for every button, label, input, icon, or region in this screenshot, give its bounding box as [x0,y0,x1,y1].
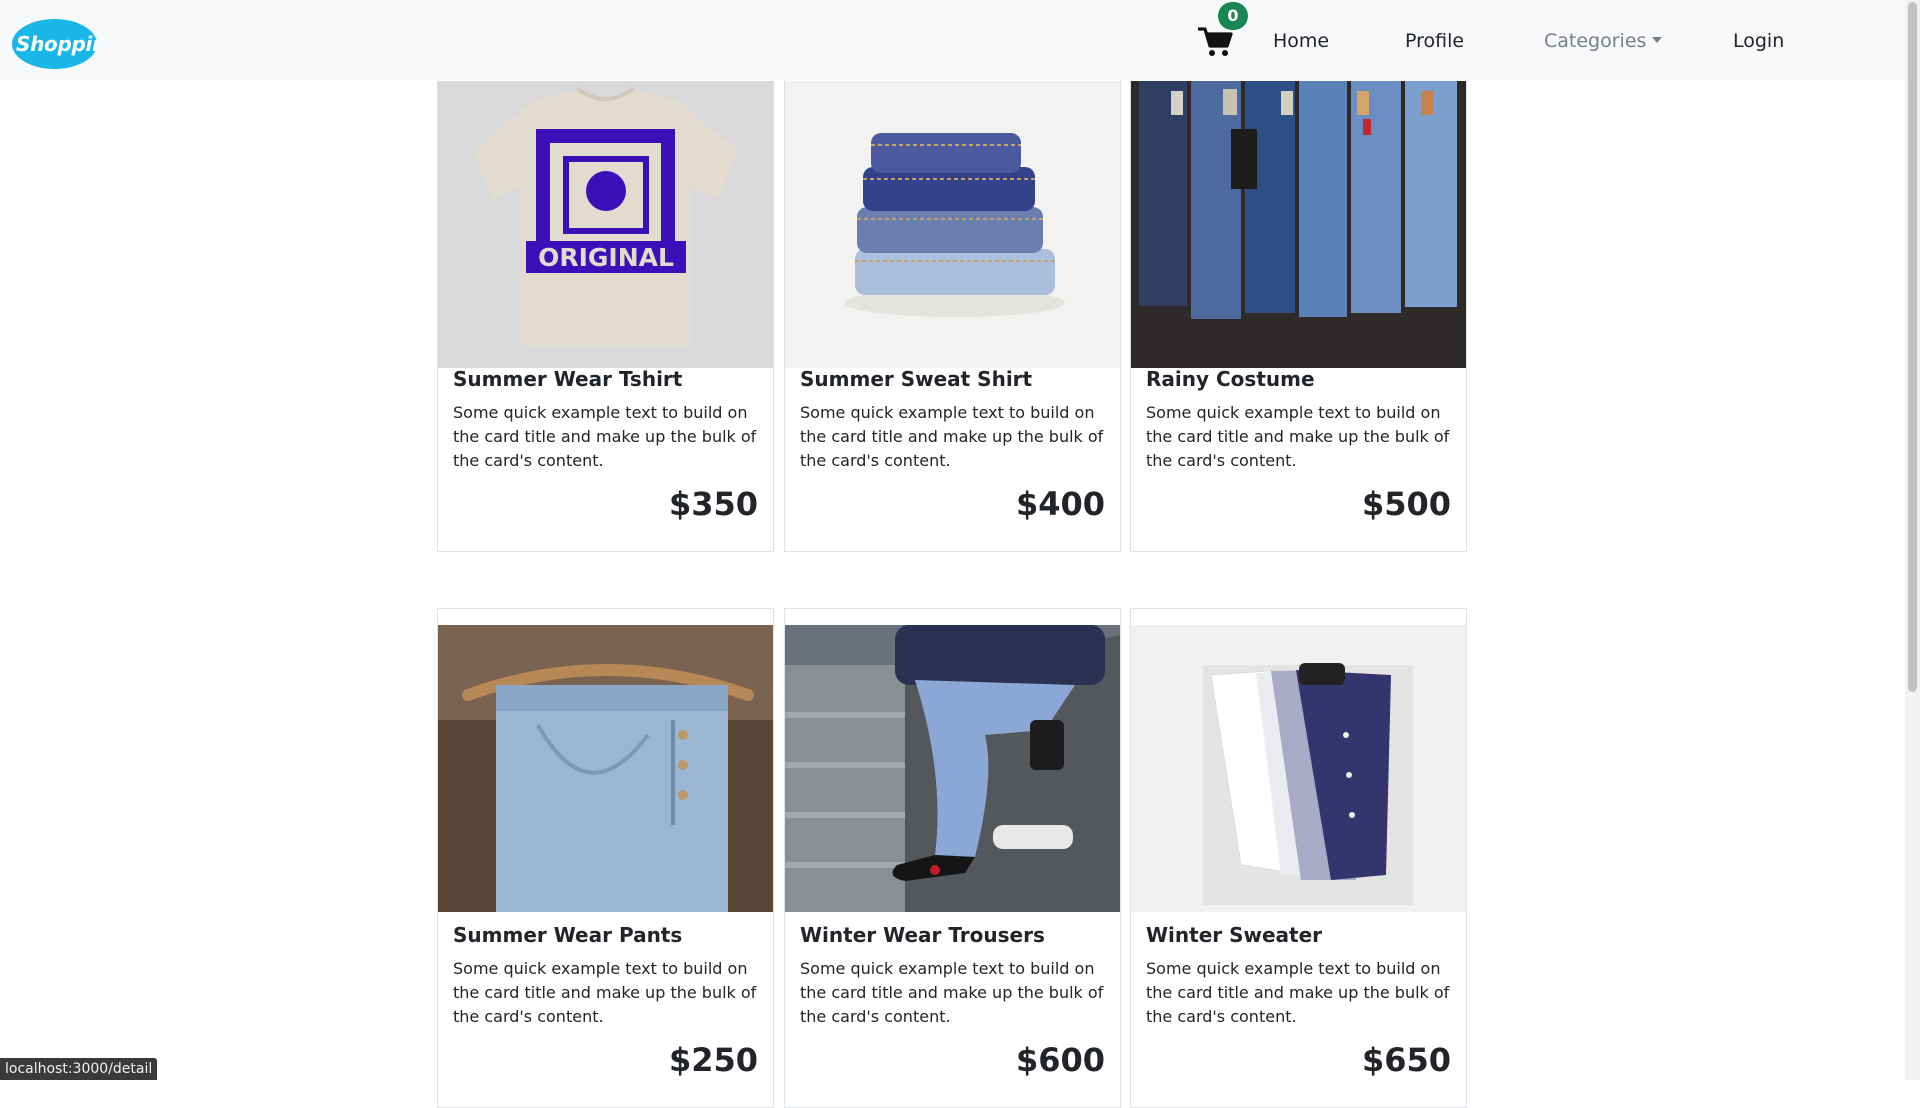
product-title[interactable]: Summer Sweat Shirt [800,367,1032,391]
product-title[interactable]: Rainy Costume [1146,367,1315,391]
product-description: Some quick example text to build on the … [453,959,757,1026]
product-description: Some quick example text to build on the … [800,959,1104,1026]
product-image-folded-jeans [785,81,1120,368]
product-image-folded-shirts [1131,625,1466,912]
status-bar-url: localhost:3000/detail [0,1058,158,1080]
product-price: $350 [668,485,758,523]
nav-categories-dropdown[interactable]: Categories [1544,30,1663,52]
product-price: $650 [1361,1041,1451,1079]
product-description: Some quick example text to build on the … [453,403,757,470]
product-card[interactable]: Rainy Costume Some quick example text to… [1130,70,1467,552]
product-title[interactable]: Winter Wear Trousers [800,923,1045,947]
svg-text:ORIGINAL: ORIGINAL [538,243,674,272]
product-card[interactable]: Winter Sweater Some quick example text t… [1130,608,1467,1108]
product-title[interactable]: Winter Sweater [1146,923,1322,947]
product-card[interactable]: ORIGINAL Summer Wear Tshirt Some quick e… [437,70,774,552]
nav-profile-link[interactable]: Profile [1405,30,1464,52]
product-description: Some quick example text to build on the … [800,403,1104,470]
product-description: Some quick example text to build on the … [1146,959,1450,1026]
shopping-logo[interactable]: Shopping [12,19,97,69]
nav-login-link[interactable]: Login [1733,30,1784,52]
product-card[interactable]: Summer Wear Pants Some quick example tex… [437,608,774,1108]
logo-text: Shopping [16,32,97,56]
cart-count-badge: 0 [1218,2,1248,30]
product-title[interactable]: Summer Wear Pants [453,923,682,947]
navbar: Shopping 0 Home Profile Categories Login [0,0,1905,80]
shopping-cart-icon [1197,27,1233,56]
cart-button[interactable] [1197,26,1234,58]
product-image-jeans-on-hanger [438,625,773,912]
product-description: Some quick example text to build on the … [1146,403,1450,470]
categories-label: Categories [1544,30,1647,52]
product-title[interactable]: Summer Wear Tshirt [453,367,682,391]
product-image-hanging-jeans [1131,81,1466,368]
product-card[interactable]: Winter Wear Trousers Some quick example … [784,608,1121,1108]
product-image-ripped-jeans [785,625,1120,912]
page-scrollbar[interactable] [1905,0,1920,1080]
nav-home-link[interactable]: Home [1273,30,1329,52]
product-price: $400 [1015,485,1105,523]
product-price: $250 [668,1041,758,1079]
product-card[interactable]: Summer Sweat Shirt Some quick example te… [784,70,1121,552]
product-image-tshirt: ORIGINAL [438,81,773,368]
caret-down-icon [1652,37,1663,43]
product-price: $600 [1015,1041,1105,1079]
product-price: $500 [1361,485,1451,523]
scrollbar-thumb[interactable] [1908,2,1917,692]
